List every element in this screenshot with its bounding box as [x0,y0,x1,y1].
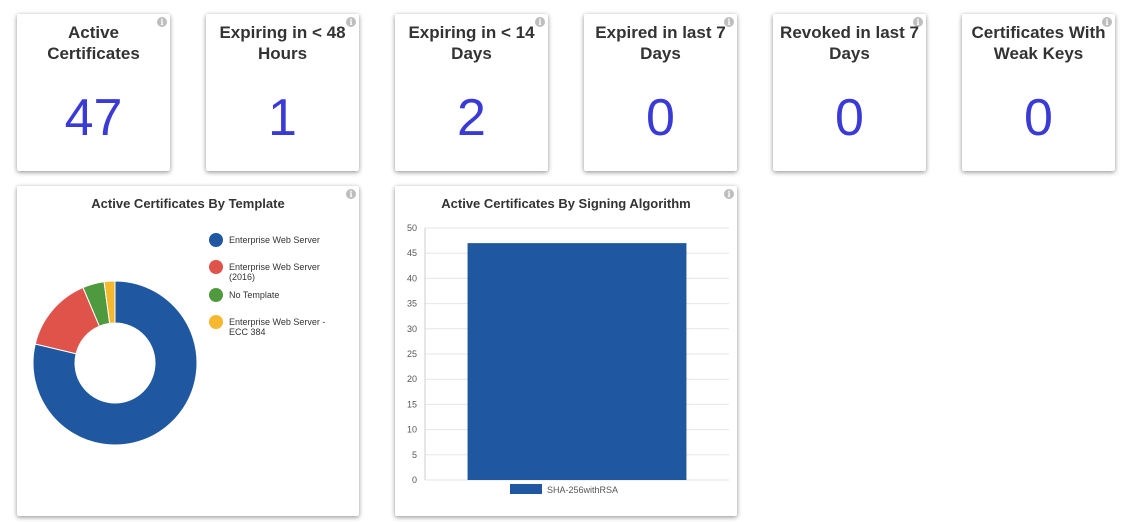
tile-title: Expiring in < 48 Hours [219,23,346,63]
legend-label[interactable]: SHA-256withRSA [547,485,618,495]
y-tick-label: 20 [407,374,417,384]
legend-swatch [209,233,223,247]
legend-swatch [510,484,542,494]
tile-revoked-7-days[interactable]: i Revoked in last 7 Days 0 [773,14,926,171]
tile-expiring-14-days[interactable]: i Expiring in < 14 Days 2 [395,14,548,171]
legend-swatch [209,288,223,302]
tile-weak-keys[interactable]: i Certificates With Weak Keys 0 [962,14,1115,171]
legend-swatch [209,260,223,274]
y-tick-label: 30 [407,324,417,334]
tile-value: 0 [646,89,675,147]
tile-title: Active Certificates [47,23,140,63]
y-tick-label: 45 [407,248,417,258]
tile-title: Revoked in last 7 Days [780,23,919,63]
template-chart-card: i Active Certificates By Template Enterp… [17,186,359,516]
tile-title: Expired in last 7 Days [595,23,726,63]
y-tick-label: 40 [407,273,417,283]
y-tick-label: 5 [412,450,417,460]
tile-value: 1 [268,89,297,147]
legend-label: No Template [229,290,280,300]
y-tick-label: 0 [412,475,417,485]
tile-expiring-48-hours[interactable]: i Expiring in < 48 Hours 1 [206,14,359,171]
legend-label: Enterprise Web Server (2016) [229,262,320,282]
tile-expired-7-days[interactable]: i Expired in last 7 Days 0 [584,14,737,171]
bar[interactable] [467,243,687,480]
chart-title: Active Certificates By Template [91,196,285,211]
bar-chart: 0 5 10 15 20 25 30 35 40 45 50 SHA-256withRSA [407,223,729,495]
legend-label: Enterprise Web Server [229,235,320,245]
legend-label: Enterprise Web Server - ECC 384 [229,317,326,337]
tile-title: Expiring in < 14 Days [408,23,535,63]
y-tick-label: 15 [407,399,417,409]
algorithm-chart-card: i Active Certificates By Signing Algorit… [395,186,737,516]
tile-value: 0 [1024,89,1053,147]
tile-value: 2 [457,89,486,147]
legend-swatch [209,315,223,329]
dashboard: i Active Certificates 47 i Expiring in <… [0,0,1126,522]
y-tick-label: 10 [407,425,417,435]
tile-active-certificates[interactable]: i Active Certificates 47 [17,14,170,171]
y-tick-label: 25 [407,349,417,359]
y-tick-label: 35 [407,299,417,309]
donut-chart [32,280,198,446]
tile-value: 47 [64,89,123,147]
tile-title: Certificates With Weak Keys [971,23,1106,63]
tile-value: 0 [835,89,864,147]
y-tick-label: 50 [407,223,417,233]
